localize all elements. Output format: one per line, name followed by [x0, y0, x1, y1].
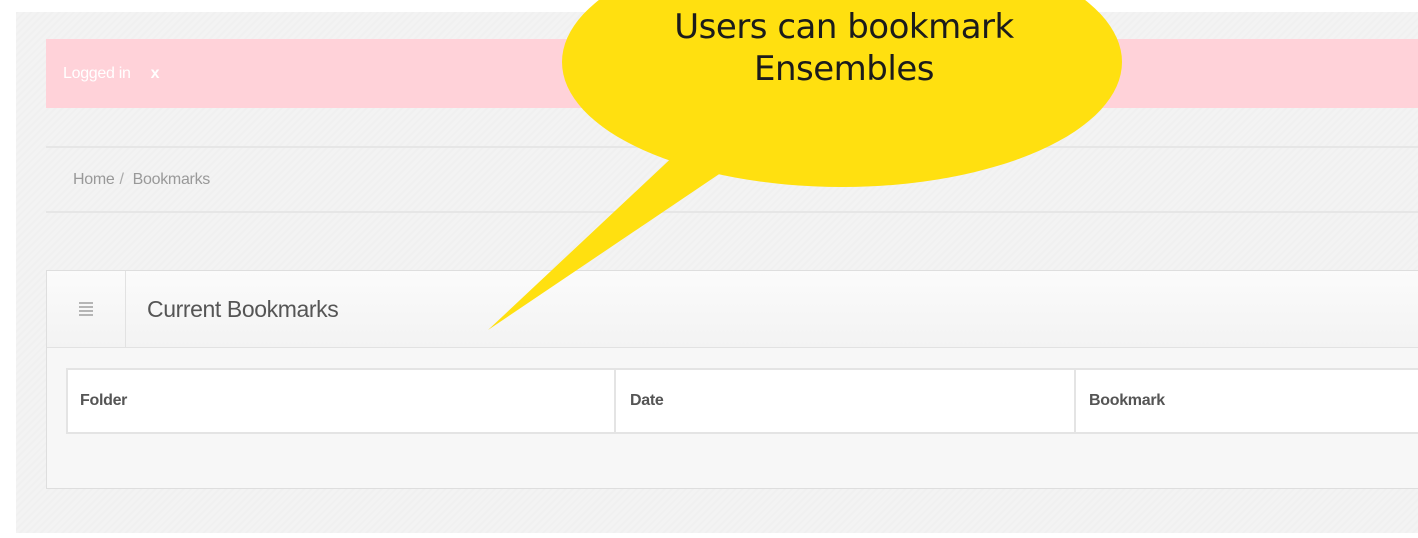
column-header-folder[interactable]: Folder [68, 370, 616, 432]
list-icon [47, 271, 126, 347]
breadcrumb-home-link[interactable]: Home [73, 171, 115, 189]
bookmarks-widget: Current Bookmarks Folder Date Bookmark [46, 270, 1418, 489]
column-header-date[interactable]: Date [616, 370, 1076, 432]
login-alert: Logged in x [46, 39, 1418, 108]
page-background: Logged in x Home / Bookmarks Current Boo… [16, 12, 1418, 533]
breadcrumb-current: Bookmarks [132, 170, 211, 188]
breadcrumb: Home / Bookmarks [46, 146, 1418, 213]
column-header-bookmark[interactable]: Bookmark [1076, 370, 1418, 432]
alert-close-button[interactable]: x [151, 65, 160, 83]
bookmarks-table: Folder Date Bookmark [66, 368, 1418, 434]
widget-header: Current Bookmarks [47, 271, 1418, 348]
alert-message: Logged in [63, 64, 131, 82]
breadcrumb-separator: / [119, 170, 124, 188]
widget-title: Current Bookmarks [147, 295, 339, 322]
list-icon-graphic [79, 302, 93, 316]
